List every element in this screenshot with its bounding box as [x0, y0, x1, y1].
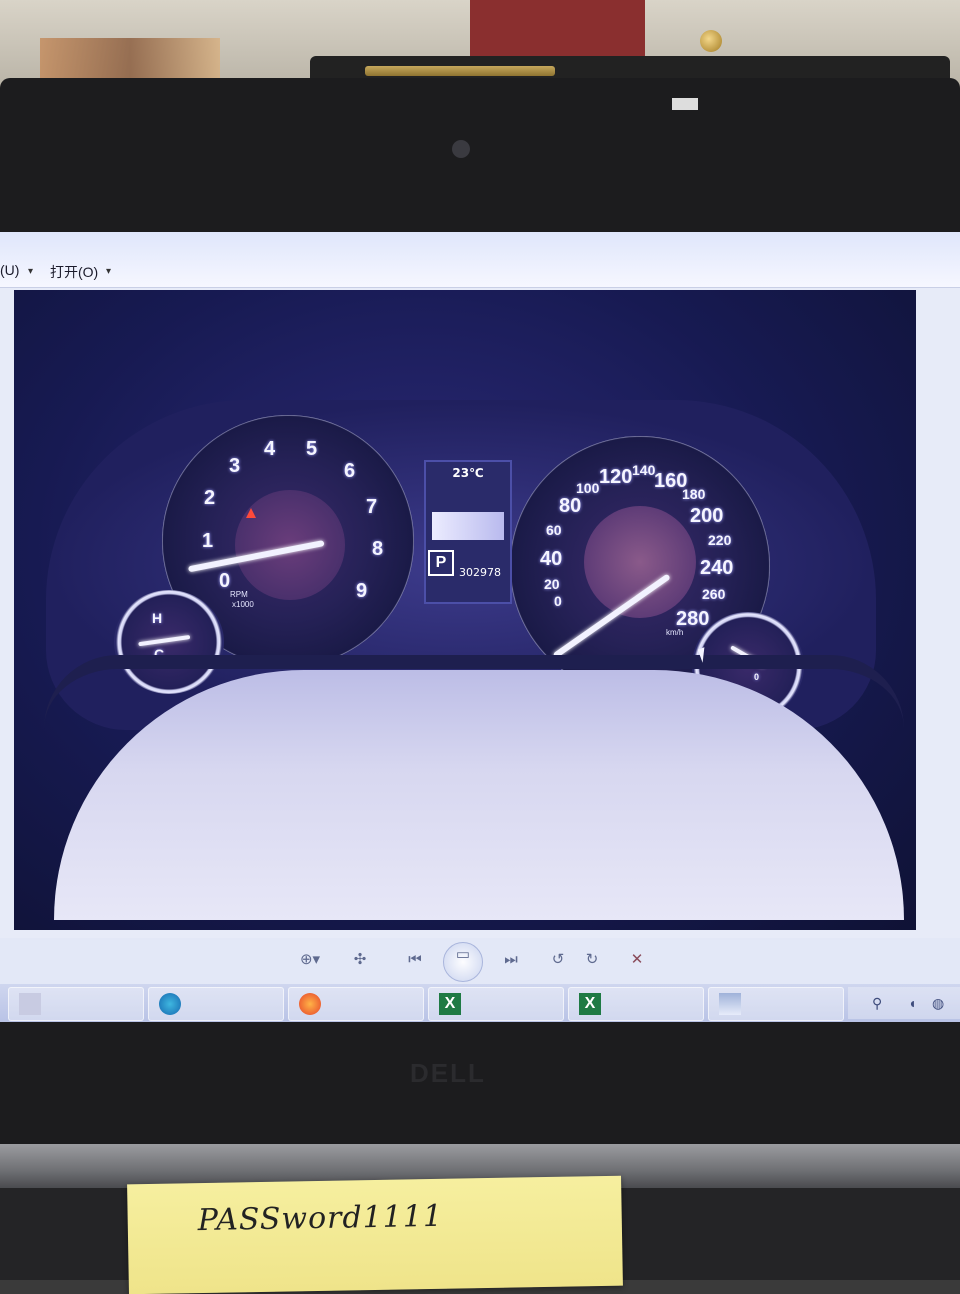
speed-number: 80: [559, 495, 582, 517]
taskbar-app[interactable]: [148, 987, 284, 1021]
webcam-icon: [452, 140, 470, 158]
taskbar-app[interactable]: [288, 987, 424, 1021]
tach-number: 3: [229, 455, 241, 477]
previous-icon[interactable]: ⏮: [400, 948, 430, 972]
delete-icon[interactable]: ✕: [624, 948, 650, 972]
speed-number: 220: [708, 532, 732, 548]
zoom-icon[interactable]: ⊕▾: [290, 948, 330, 972]
taskbar-app[interactable]: [708, 987, 844, 1021]
speed-number: 40: [540, 548, 563, 570]
steering-column-shroud: [54, 670, 904, 920]
speed-number: 60: [546, 522, 562, 538]
viewer-toolbar: ⊕▾ ✣ ⏮ ▭ ⏭ ↺ ↻ ✕: [0, 938, 960, 984]
tach-number: 7: [366, 496, 378, 518]
info-display: 23℃ P 302978: [424, 460, 512, 604]
outside-temp: 23℃: [452, 466, 484, 480]
volume-icon[interactable]: ◍: [932, 995, 944, 1012]
taskbar: X X ⚲ ◖ ◍: [0, 984, 960, 1022]
tach-number: 8: [372, 538, 384, 560]
tach-number: 5: [306, 438, 318, 460]
speed-number: 240: [700, 557, 734, 579]
tach-number: 2: [204, 487, 216, 509]
photo-viewer-icon: [719, 993, 741, 1015]
wall-poster: [40, 38, 220, 83]
tach-unit: x1000: [232, 600, 254, 609]
gear-indicator: P: [428, 550, 454, 576]
wall-poster: [470, 0, 645, 60]
next-icon[interactable]: ⏭: [496, 948, 526, 972]
photo-viewer: 0 1 2 3 4 5 6 7 8 9 RPM x1000 0 20 40 60…: [0, 288, 960, 938]
fit-icon[interactable]: ✣: [346, 948, 374, 972]
firefox-icon: [299, 993, 321, 1015]
laptop-brand-logo: DELL: [410, 1058, 486, 1088]
taskbar-app[interactable]: [8, 987, 144, 1021]
speed-unit: km/h: [666, 628, 684, 637]
speed-number: 180: [682, 486, 706, 502]
door-knob: [700, 30, 722, 52]
menu-bar: (U) ▾ 打开(O) ▾: [0, 232, 960, 288]
speed-number: 200: [690, 505, 724, 527]
speed-number: 260: [702, 586, 726, 602]
sticky-note: PASSword1111: [127, 1175, 623, 1294]
speed-number: 20: [544, 576, 560, 592]
speed-number: 140: [632, 462, 656, 478]
search-icon[interactable]: ⚲: [872, 995, 882, 1012]
menu-item-open[interactable]: 打开(O): [50, 262, 98, 282]
tach-number: 4: [264, 438, 276, 460]
taskbar-app[interactable]: X: [568, 987, 704, 1021]
dashboard-photo: 0 1 2 3 4 5 6 7 8 9 RPM x1000 0 20 40 60…: [14, 290, 916, 930]
temp-high-label: H: [152, 610, 163, 626]
speed-number: 100: [576, 480, 600, 496]
tach-number: 0: [219, 570, 231, 592]
tach-unit: RPM: [230, 590, 248, 599]
network-icon[interactable]: ◖: [908, 995, 916, 1011]
folder-icon: [19, 993, 41, 1015]
warning-light-icon: [246, 508, 256, 518]
laptop-screen: (U) ▾ 打开(O) ▾ 0 1 2 3 4 5 6 7 8 9 RPM x1…: [0, 232, 960, 1022]
tach-number: 9: [356, 580, 368, 602]
speed-number: 0: [554, 593, 562, 609]
display-graphic: [432, 512, 504, 540]
monitor-strip: [365, 66, 555, 76]
sticker: [672, 98, 698, 110]
taskbar-app[interactable]: X: [428, 987, 564, 1021]
excel-icon: X: [439, 993, 461, 1015]
menu-item-u[interactable]: (U): [0, 262, 19, 278]
tach-number: 6: [344, 460, 356, 482]
dropdown-arrow-icon[interactable]: ▾: [106, 266, 111, 277]
system-tray: ⚲ ◖ ◍: [848, 987, 960, 1019]
rotate-left-icon[interactable]: ↺: [546, 948, 570, 972]
password-note-text: PASSword1111: [197, 1198, 444, 1239]
odometer: 302978: [459, 566, 501, 579]
dropdown-arrow-icon[interactable]: ▾: [28, 266, 33, 277]
speed-number: 120: [599, 466, 633, 488]
slideshow-icon[interactable]: ▭: [443, 942, 483, 982]
tach-number: 1: [202, 530, 214, 552]
edge-browser-icon: [159, 993, 181, 1015]
rotate-right-icon[interactable]: ↻: [580, 948, 604, 972]
excel-icon: X: [579, 993, 601, 1015]
